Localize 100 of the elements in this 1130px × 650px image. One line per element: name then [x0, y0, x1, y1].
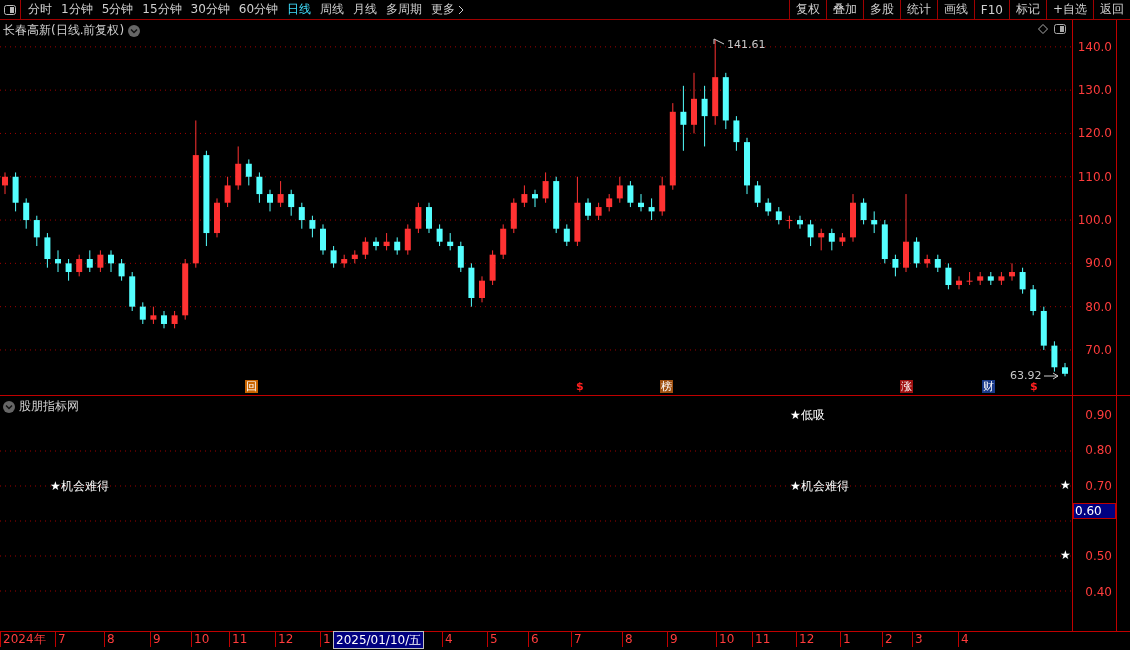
- candle: [330, 245, 337, 269]
- chevron-icon: [458, 4, 465, 15]
- candle: [924, 254, 931, 269]
- candle: [129, 271, 136, 312]
- candle: [818, 228, 825, 251]
- period-tab[interactable]: 日线: [287, 1, 312, 18]
- candle: [553, 176, 560, 234]
- candle: [415, 202, 422, 234]
- candle: [563, 223, 570, 247]
- candle: [616, 176, 623, 204]
- candle: [701, 85, 708, 147]
- date-label: 9: [667, 631, 680, 647]
- dropdown-icon[interactable]: [128, 24, 141, 37]
- period-tab[interactable]: 60分钟: [238, 1, 279, 18]
- candle: [691, 72, 697, 134]
- candle: [447, 232, 454, 251]
- period-tab[interactable]: 多周期: [386, 1, 423, 18]
- period-tab[interactable]: 30分钟: [190, 1, 230, 18]
- low-price-label: 63.92: [1010, 369, 1042, 382]
- price-tick: 130.0: [1077, 83, 1112, 98]
- candle: [945, 262, 952, 290]
- candle: [457, 241, 464, 273]
- candle: [585, 197, 591, 221]
- period-tab[interactable]: 月线: [353, 1, 378, 18]
- candle: [214, 197, 220, 238]
- more-menu[interactable]: 更多: [431, 1, 465, 18]
- candle: [956, 275, 962, 290]
- dropdown-icon[interactable]: [3, 400, 15, 413]
- candle: [648, 197, 655, 221]
- candle: [108, 249, 114, 273]
- candle: [892, 254, 899, 277]
- chart-title: 长春高新(日线.前复权): [3, 22, 125, 39]
- signal-label: ★: [1060, 548, 1071, 562]
- date-label: 11: [752, 631, 773, 647]
- event-marker[interactable]: 涨: [900, 380, 913, 393]
- candle: [97, 249, 104, 273]
- current-value-label: 0.60: [1073, 502, 1116, 519]
- date-label: 12: [275, 631, 296, 647]
- candle: [1040, 306, 1047, 351]
- candle: [161, 310, 167, 329]
- event-marker[interactable]: 榜: [660, 380, 673, 393]
- candle: [606, 193, 613, 212]
- date-label: 6: [528, 631, 541, 647]
- period-tab[interactable]: 15分钟: [142, 1, 182, 18]
- candle: [489, 249, 496, 286]
- candle: [934, 254, 941, 273]
- period-tab[interactable]: 周线: [320, 1, 345, 18]
- date-label: 2: [882, 631, 895, 647]
- candle: [510, 197, 517, 234]
- indicator-title: 股朋指标网: [19, 398, 79, 415]
- date-label: 2024年: [0, 631, 48, 647]
- candle: [479, 275, 485, 303]
- price-tick: 140.0: [1077, 39, 1112, 54]
- candle: [171, 310, 178, 329]
- candle: [33, 215, 40, 247]
- window-icon[interactable]: [1054, 24, 1066, 34]
- candle: [881, 219, 888, 264]
- event-marker[interactable]: 财: [982, 380, 995, 393]
- candle: [436, 223, 443, 247]
- candle: [754, 180, 761, 208]
- value-tick: 0.50: [1085, 549, 1112, 564]
- candle: [118, 258, 125, 282]
- date-label: 8: [104, 631, 117, 647]
- diamond-icon[interactable]: [1038, 24, 1048, 34]
- candle: [2, 171, 8, 195]
- period-tab[interactable]: 1分钟: [61, 1, 93, 18]
- period-tab[interactable]: 分时: [28, 1, 52, 18]
- leader-line: [1043, 372, 1059, 380]
- candle: [744, 137, 750, 195]
- candle: [76, 254, 83, 277]
- signal-label: ★: [1060, 478, 1071, 492]
- date-label: 9: [150, 631, 163, 647]
- event-marker[interactable]: 回: [245, 380, 258, 393]
- candle: [500, 223, 507, 260]
- date-label: 4: [442, 631, 455, 647]
- candle: [722, 72, 729, 130]
- candle: [394, 236, 401, 256]
- date-label: 1: [320, 631, 333, 647]
- signal-label: ★机会难得: [790, 478, 849, 495]
- period-tab[interactable]: 5分钟: [101, 1, 134, 18]
- candle: [182, 258, 189, 321]
- candle: [680, 85, 687, 152]
- candle: [977, 271, 984, 286]
- date-label: 10: [716, 631, 737, 647]
- candle: [839, 232, 846, 247]
- candle: [828, 228, 835, 251]
- date-label: 7: [571, 631, 584, 647]
- date-label: 2025/01/10/五: [333, 631, 425, 649]
- value-tick: 0.40: [1085, 584, 1112, 599]
- signal-label: ★低吸: [790, 407, 825, 424]
- candle: [733, 115, 740, 152]
- candle: [775, 206, 782, 225]
- date-label: 12: [796, 631, 817, 647]
- window-icon[interactable]: [4, 4, 16, 15]
- event-marker[interactable]: $: [575, 380, 585, 393]
- candle: [542, 171, 549, 204]
- candle: [638, 193, 644, 212]
- event-marker[interactable]: $: [1029, 380, 1039, 393]
- candle: [807, 219, 814, 247]
- candle: [139, 301, 146, 325]
